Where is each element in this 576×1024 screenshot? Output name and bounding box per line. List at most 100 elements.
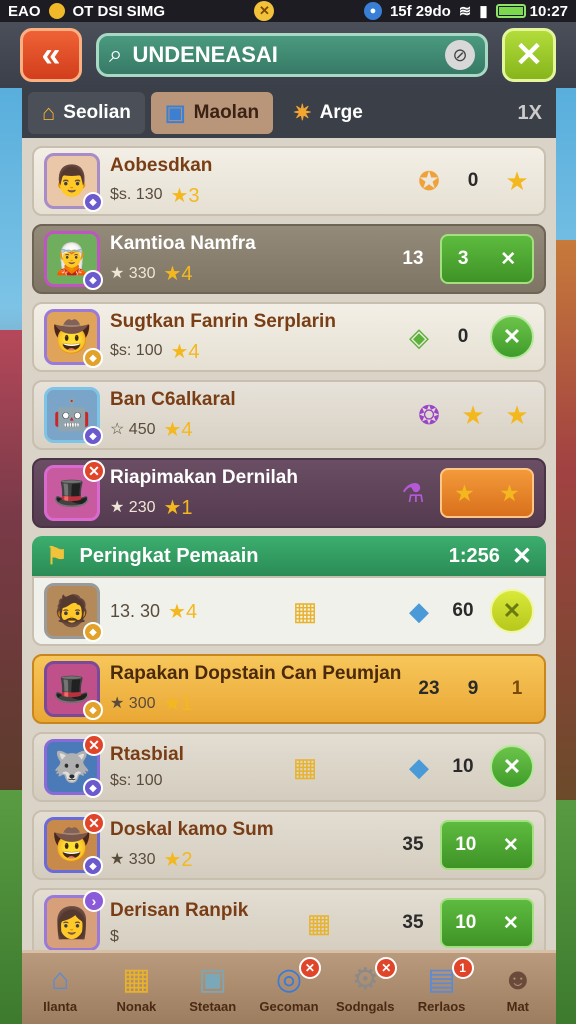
row-count: 35 — [402, 912, 424, 933]
wifi-icon: ≋ — [458, 3, 472, 20]
rank-badge-icon: ◆ — [83, 426, 103, 446]
close-icon: ✕ — [502, 834, 519, 856]
avatar: 👨 ◆ — [44, 153, 103, 212]
tab-seolian[interactable]: ⌂ Seolian — [28, 92, 145, 134]
player-price: ★ 330 — [110, 851, 156, 868]
alert-badge-icon: ✕ — [83, 812, 105, 834]
nav-label: Nonak — [116, 999, 157, 1014]
search-box[interactable]: ⌕ ⊘ — [96, 33, 488, 77]
rank-badge-icon: ◆ — [83, 700, 103, 720]
star-icon: ★ — [500, 482, 519, 505]
accept-button[interactable]: 10 ✕ — [440, 820, 534, 870]
gem-icon: ◆ — [409, 751, 429, 782]
chest-icon: ▦ — [292, 595, 318, 626]
house-icon: ⌂ — [51, 963, 70, 996]
signal-icon: ▮ — [479, 3, 488, 20]
tab-maolan[interactable]: ▣ Maolan — [150, 92, 274, 134]
nav-item-gecoman[interactable]: ◎ Gecoman ✕ — [253, 957, 325, 1014]
favorite-star-icon[interactable]: ★ — [500, 166, 534, 197]
remove-button[interactable]: ✕ — [490, 315, 534, 359]
list-item[interactable]: 🧝 ◆ Kamtioa Namfra ★ 330 ★4 13 3 ✕ — [32, 224, 546, 294]
search-header: « ⌕ ⊘ ✕ — [0, 22, 576, 88]
list-item[interactable]: 🤠 ◆ Sugtkan Fanrin Serplarin $s: 100 ★4 ◈ … — [32, 302, 546, 372]
status-left-text: EAO — [8, 2, 41, 20]
nav-badge: ✕ — [375, 957, 398, 979]
tab-extra[interactable]: 1X — [518, 102, 550, 125]
chest-icon: ▦ — [292, 751, 318, 782]
trophy-icon: ⚑ — [46, 542, 68, 570]
star-icon: ★ — [461, 399, 485, 430]
nav-badge: ✕ — [298, 957, 321, 979]
accept-button[interactable]: 10 ✕ — [440, 898, 534, 948]
nav-item-nonak[interactable]: ▦ Nonak — [100, 963, 172, 1014]
player-list: 👨 ◆ Aobesdkan $s. 130 ★3 ✪ 0 ★ 🧝 ◆ Kamtioa … — [22, 138, 556, 950]
nav-label: Gecoman — [259, 999, 319, 1014]
player-stars: ★3 — [170, 184, 200, 207]
row-count: 1 — [511, 678, 523, 699]
list-item[interactable]: 🤠 ✕ ◆ Doskal kamo Sum ★ 330 ★2 35 10 ✕ — [32, 810, 546, 880]
avatar: 🎩 ✕ — [44, 460, 105, 521]
player-stars: ★1 — [163, 496, 193, 519]
avatar: 👩 › — [44, 890, 105, 950]
player-name: Kamtioa Namfra — [110, 232, 256, 254]
player-name: Doskal kamo Sum — [110, 818, 274, 840]
nav-item-settings[interactable]: ⚙ Sodngals ✕ — [329, 957, 401, 1014]
box-icon: ▣ — [164, 100, 186, 125]
favorite-button[interactable]: ★ ★ — [440, 468, 534, 518]
player-stars: ★4 — [163, 418, 193, 441]
potion-icon: ⚗ — [401, 477, 425, 508]
list-item[interactable]: 🧔 ◆ 13. 30 ★4 ▦ ◆ 60 ✕ — [32, 576, 546, 646]
battery-icon — [495, 4, 526, 18]
coin-icon — [48, 3, 65, 19]
nav-label: Rerlaos — [417, 999, 466, 1014]
coin-icon: ✪ — [418, 165, 440, 196]
player-price: ★ 330 — [110, 265, 156, 282]
list-item[interactable]: 👨 ◆ Aobesdkan $s. 130 ★3 ✪ 0 ★ — [32, 146, 546, 216]
player-price: ★ 300 — [110, 695, 156, 712]
close-button[interactable]: ✕ — [502, 28, 556, 82]
rank-badge-icon: ◆ — [83, 348, 103, 368]
nav-label: Ilanta — [43, 999, 78, 1014]
list-item[interactable]: 🤖 ◆ Ban C6alkaral ☆ 450 ★4 ❂ ★ ★ — [32, 380, 546, 450]
remove-button[interactable]: ✕ — [490, 589, 534, 633]
close-icon: ✕ — [500, 248, 517, 270]
favorite-star-icon[interactable]: ★ — [500, 400, 534, 431]
leaderboard-header: ⚑ Peringkat Pemaain 1:256 ✕ — [32, 536, 546, 576]
section-close-button[interactable]: ✕ — [512, 542, 532, 571]
nav-item-rerlaos[interactable]: ▤ Rerlaos 1 — [406, 957, 478, 1014]
avatar: 🧔 ◆ — [44, 583, 103, 642]
list-item[interactable]: 🎩 ✕ Riapimakan Dernilah ★ 230 ★1 ⚗ ★ ★ — [32, 458, 546, 528]
remove-button[interactable]: ✕ — [490, 745, 534, 789]
list-item[interactable]: 🐺 ✕ ◆ Rtasbial $s: 100 ▦ ◆ 10 ✕ — [32, 732, 546, 802]
rank-badge-icon: ◆ — [83, 270, 103, 290]
back-button[interactable]: « — [20, 28, 82, 82]
search-input[interactable] — [132, 42, 435, 68]
nav-label: Mat — [506, 999, 530, 1014]
list-item[interactable]: 🎩 ◆ Rapakan Dopstain Can Peumjan ★ 300 ★1 … — [32, 654, 546, 724]
alert-badge-icon: ✕ — [83, 734, 105, 756]
orb-icon: ❂ — [418, 399, 440, 430]
app-icon: ● — [363, 2, 382, 20]
alert-badge-icon: › — [83, 890, 105, 912]
list-item[interactable]: 👩 › Derisan Ranpik $ ▦ 35 10 ✕ — [32, 888, 546, 950]
avatar: 🧝 ◆ — [44, 231, 103, 290]
row-count: 13 — [402, 248, 424, 269]
notification-badge: ✕ — [254, 1, 275, 21]
tab-label: Arge — [319, 102, 363, 123]
section-title: Peringkat Pemaain — [79, 544, 259, 567]
player-price: $s: 100 — [110, 342, 163, 359]
nav-item-home[interactable]: ⌂ Ilanta — [24, 963, 96, 1014]
nav-item-profile[interactable]: ☻ Mat — [482, 963, 554, 1014]
row-count: 0 — [457, 326, 469, 347]
chest-icon: ▦ — [122, 963, 151, 996]
player-price: $s. 130 — [110, 186, 163, 203]
row-count: 0 — [467, 170, 479, 191]
tab-arge[interactable]: ✷ Arge — [279, 92, 377, 134]
player-name: Ban C6alkaral — [110, 388, 236, 410]
nav-item-stetaan[interactable]: ▣ Stetaan — [177, 963, 249, 1014]
avatar: 🤖 ◆ — [44, 387, 103, 446]
player-stars: ★2 — [163, 848, 193, 871]
accept-button[interactable]: 3 ✕ — [440, 234, 534, 284]
rank-badge-icon: ◆ — [83, 622, 103, 642]
clear-icon[interactable]: ⊘ — [445, 40, 475, 70]
